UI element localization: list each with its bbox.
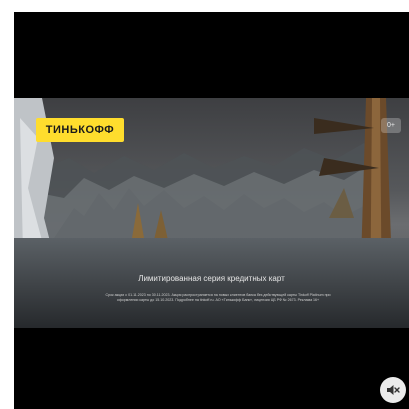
speaker-muted-icon <box>387 385 400 395</box>
lake-surface <box>14 238 409 328</box>
ad-headline: Лимитированная серия кредитных карт <box>138 274 285 283</box>
video-frame: ТИНЬКОФФ 0+ Лимитированная серия кредитн… <box>14 98 409 328</box>
age-rating-badge: 0+ <box>381 118 401 133</box>
video-player[interactable]: ТИНЬКОФФ 0+ Лимитированная серия кредитн… <box>14 12 409 409</box>
mute-button[interactable] <box>380 377 406 403</box>
brand-logo: ТИНЬКОФФ <box>36 118 124 142</box>
legal-disclaimer: Срок акции с 01.11.2023 по 30.11.2023. А… <box>105 293 331 302</box>
